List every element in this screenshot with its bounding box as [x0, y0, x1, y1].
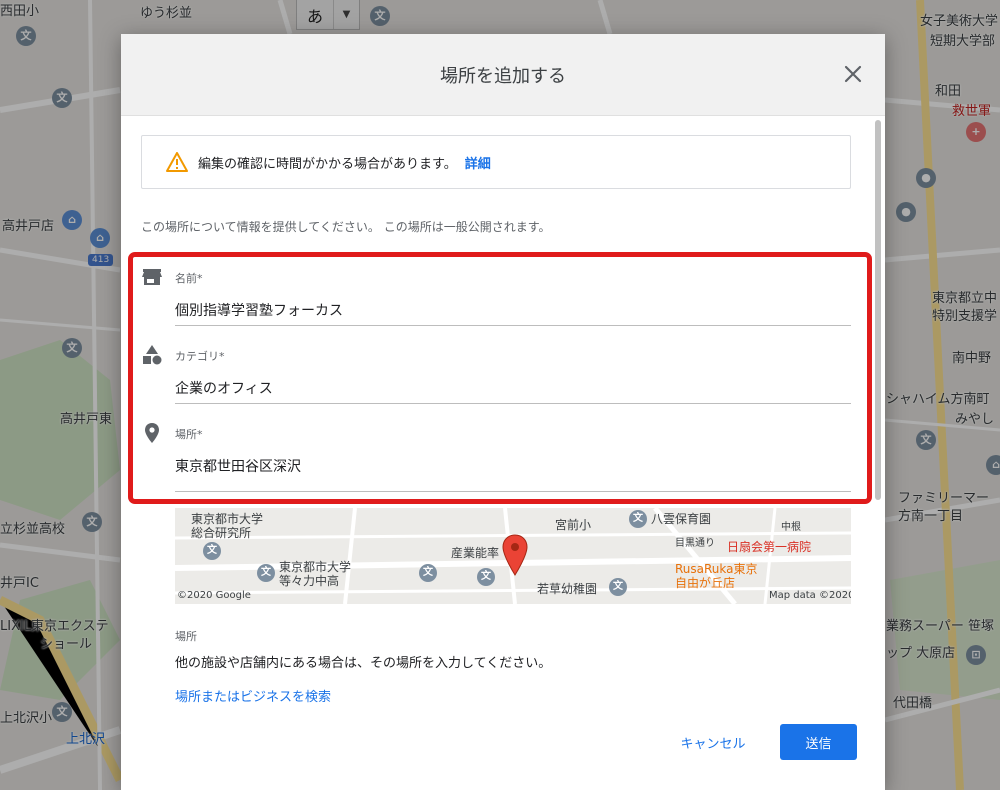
details-link[interactable]: 詳細: [465, 153, 491, 172]
location-pin-icon: [145, 423, 159, 443]
school-icon[interactable]: 文: [609, 578, 627, 596]
category-field[interactable]: カテゴリ* 企業のオフィス: [141, 344, 851, 406]
category-label: カテゴリ*: [175, 350, 225, 363]
notice-text: 編集の確認に時間がかかる場合があります。: [198, 156, 457, 172]
search-place-link[interactable]: 場所またはビジネスを検索: [175, 686, 331, 705]
category-input[interactable]: 企業のオフィス: [175, 378, 851, 404]
map-poi-label: 自由が丘店: [675, 576, 736, 590]
location-field[interactable]: 場所* 東京都世田谷区深沢: [141, 422, 851, 494]
edit-review-notice: 編集の確認に時間がかかる場合があります。 詳細: [141, 135, 851, 189]
school-icon[interactable]: 文: [203, 542, 221, 560]
dialog-scrollbar[interactable]: [875, 120, 881, 500]
warning-icon: [166, 152, 188, 172]
dialog-header: 場所を追加する: [121, 34, 885, 116]
category-shapes-icon: [143, 345, 162, 365]
map-poi-label: 日扇会第一病院: [727, 540, 812, 554]
map-copyright: ©2020 Google: [177, 590, 251, 601]
map-poi-label: 中根: [781, 522, 801, 533]
submit-button[interactable]: 送信: [780, 724, 857, 760]
name-label: 名前*: [175, 272, 203, 285]
school-icon[interactable]: 文: [477, 568, 495, 586]
map-poi-label: 等々力中高: [279, 574, 340, 588]
map-poi-label: 八雲保育園: [651, 512, 712, 526]
place-section-help: 他の施設や店舗内にある場合は、その場所を入力してください。: [175, 656, 552, 671]
map-poi-label: 産業能率: [451, 546, 500, 560]
name-field[interactable]: 名前* 個別指導学習塾フォーカス: [141, 266, 851, 328]
close-button[interactable]: [839, 60, 867, 88]
intro-text: この場所について情報を提供してください。 この場所は一般公開されます。: [141, 220, 551, 234]
school-icon[interactable]: 文: [419, 564, 437, 582]
dialog-title: 場所を追加する: [440, 66, 566, 87]
add-place-dialog: 場所を追加する 編集の確認に時間がかかる場合があります。 詳細 この場所について…: [121, 34, 885, 790]
place-section-label: 場所: [175, 630, 197, 643]
map-data-credit: Map data ©2020: [769, 590, 851, 601]
map-marker-icon[interactable]: [501, 534, 529, 576]
map-poi-label: 総合研究所: [191, 526, 252, 540]
school-icon[interactable]: 文: [257, 564, 275, 582]
location-map-preview[interactable]: 東京都市大学 総合研究所 宮前小 八雲保育園 中根 目黒通り 日扇会第一病院 東…: [175, 508, 851, 604]
location-label: 場所*: [175, 428, 203, 441]
map-road-label: 目黒通り: [675, 538, 715, 549]
map-poi-label: 宮前小: [555, 518, 592, 532]
close-icon: [844, 65, 862, 83]
store-icon: [142, 269, 162, 285]
location-input[interactable]: 東京都世田谷区深沢: [175, 456, 851, 492]
cancel-button[interactable]: キャンセル: [665, 724, 761, 760]
name-input[interactable]: 個別指導学習塾フォーカス: [175, 300, 851, 326]
map-poi-label: 若草幼稚園: [537, 582, 598, 596]
school-icon[interactable]: 文: [629, 510, 647, 528]
